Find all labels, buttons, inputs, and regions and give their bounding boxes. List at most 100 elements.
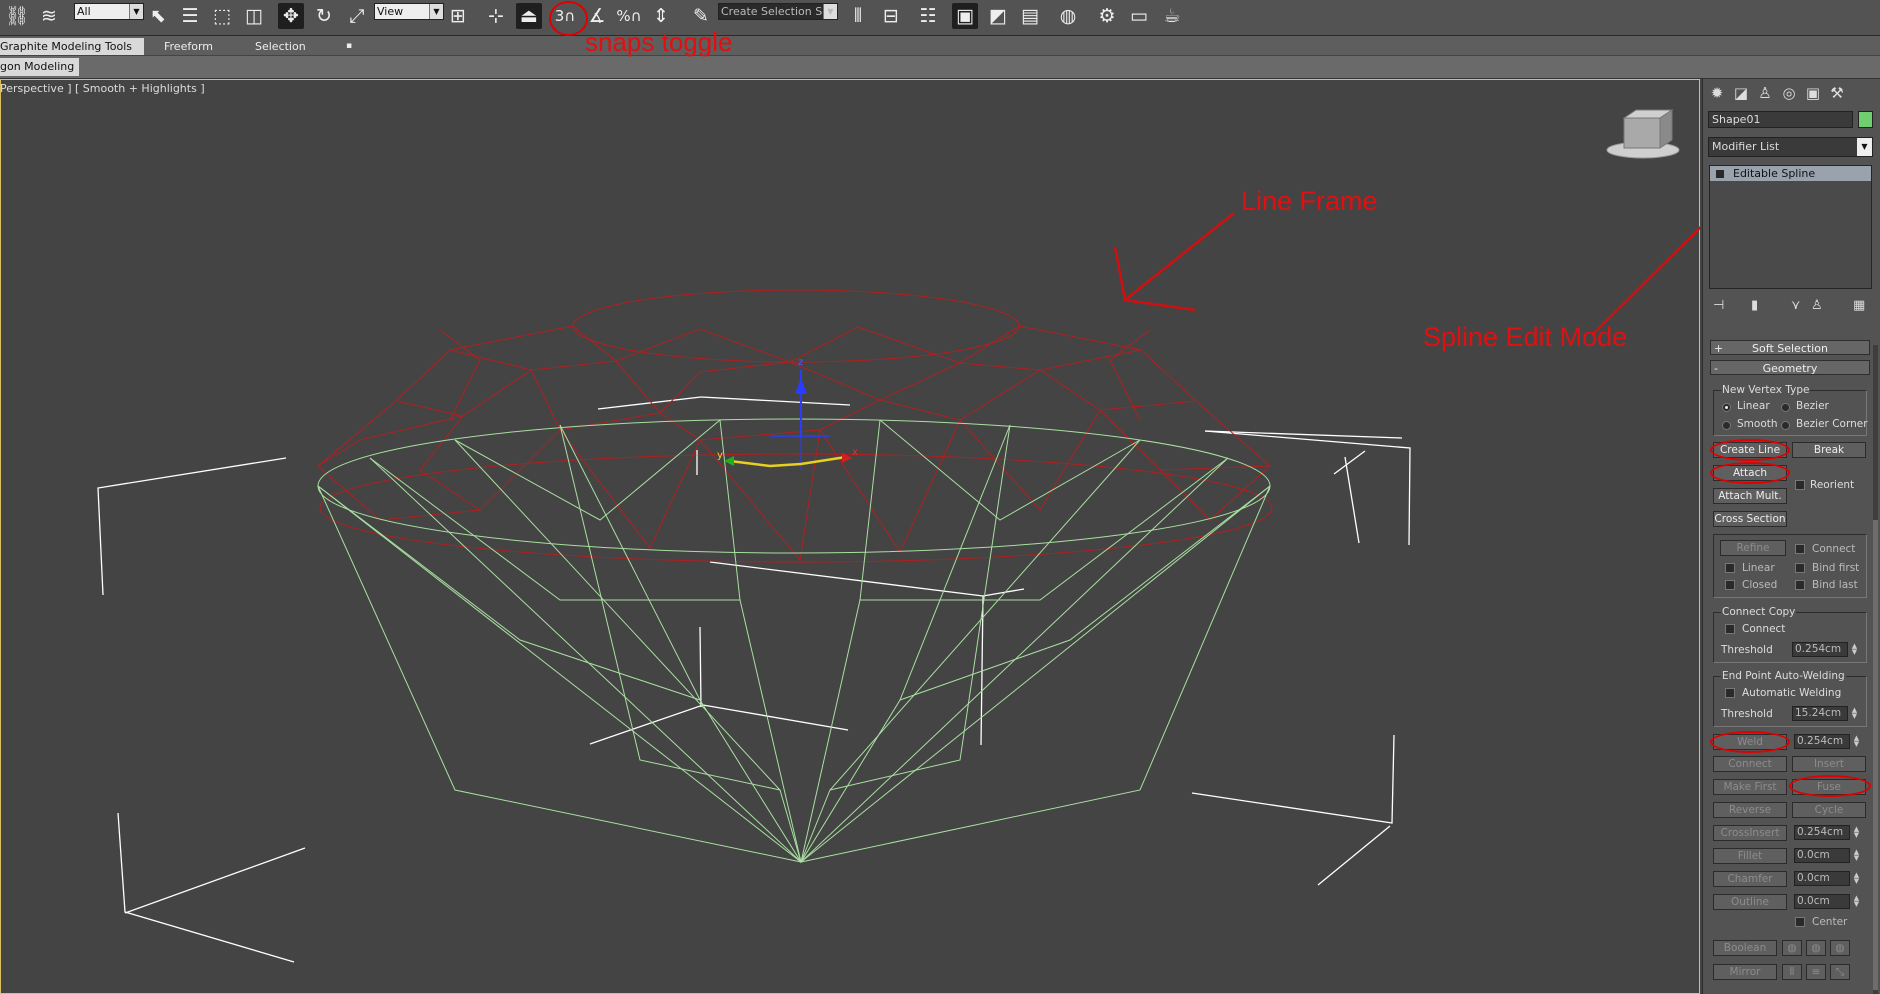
radio-smooth[interactable] — [1722, 421, 1731, 430]
spinner-arrows-icon[interactable]: ▲ ▼ — [1850, 643, 1859, 656]
break-button[interactable]: Break — [1792, 442, 1866, 458]
mirror-vertical-icon[interactable]: ≡ — [1806, 964, 1826, 980]
make-unique-icon[interactable]: ⋎ — [1791, 298, 1801, 313]
spinner-arrows-icon[interactable]: ▲ ▼ — [1852, 872, 1861, 885]
pin-stack-icon[interactable]: ⊣ — [1713, 298, 1724, 313]
weld-threshold-field[interactable]: 0.254cm ▲ ▼ — [1794, 734, 1859, 749]
object-color-swatch[interactable] — [1858, 111, 1873, 128]
mirror-button[interactable]: Mirror — [1713, 964, 1777, 980]
tab-selection[interactable]: Selection — [255, 38, 306, 55]
chamfer-field[interactable]: 0.0cm ▲ ▼ — [1794, 871, 1859, 886]
window-crossing-icon[interactable]: ◫ — [241, 3, 267, 29]
percent-snap-icon[interactable]: %∩ — [616, 3, 642, 29]
center-checkbox[interactable] — [1795, 917, 1805, 927]
auto-weld-threshold-field[interactable]: 15.24cm ▲ ▼ — [1792, 706, 1857, 721]
connect-copy-checkbox[interactable] — [1725, 624, 1735, 634]
select-link-icon[interactable]: ⛓ — [4, 3, 30, 29]
boolean-intersect-icon[interactable]: ◍ — [1830, 940, 1850, 956]
selection-filter-dropdown[interactable]: All ▼ — [74, 3, 144, 20]
spinner-arrows-icon[interactable]: ▲ ▼ — [1852, 895, 1861, 908]
fillet-button[interactable]: Fillet — [1713, 848, 1787, 864]
reorient-checkbox[interactable] — [1795, 480, 1805, 490]
rendered-frame-icon[interactable]: ▭ — [1126, 3, 1152, 29]
layer-manager-icon[interactable]: ☷ — [915, 3, 941, 29]
rotate-icon[interactable]: ↻ — [311, 3, 337, 29]
boolean-union-icon[interactable]: ◍ — [1782, 940, 1802, 956]
spinner-arrows-icon[interactable]: ▲ ▼ — [1850, 707, 1859, 720]
linear-checkbox[interactable] — [1725, 563, 1735, 573]
connect-copy-threshold-field[interactable]: 0.254cm ▲ ▼ — [1792, 642, 1857, 657]
make-first-button[interactable]: Make First — [1713, 779, 1787, 795]
select-object-icon[interactable]: ⬉ — [145, 3, 171, 29]
modify-tab-icon[interactable]: ◪ — [1730, 82, 1752, 104]
curve-editor-icon[interactable]: ◩ — [985, 3, 1011, 29]
display-tab-icon[interactable]: ▣ — [1802, 82, 1824, 104]
spinner-arrows-icon[interactable]: ▲ ▼ — [1852, 849, 1861, 862]
scale-icon[interactable]: ⤢ — [344, 3, 370, 29]
reverse-button[interactable]: Reverse — [1713, 802, 1787, 818]
render-icon[interactable]: ☕ — [1159, 3, 1185, 29]
tab-graphite-modeling-tools[interactable]: Graphite Modeling Tools — [0, 38, 145, 55]
motion-tab-icon[interactable]: ◎ — [1778, 82, 1800, 104]
render-setup-icon[interactable]: ⚙ — [1094, 3, 1120, 29]
keyboard-shortcut-icon[interactable]: ⏏ — [516, 3, 542, 29]
radio-linear[interactable] — [1722, 403, 1731, 412]
connect-checkbox[interactable] — [1795, 544, 1805, 554]
bind-first-checkbox[interactable] — [1795, 563, 1805, 573]
scene-explorer-icon[interactable]: ▣ — [952, 3, 978, 29]
spinner-arrows-icon[interactable]: ▲ ▼ — [1852, 826, 1861, 839]
stack-item-toggle[interactable] — [1716, 170, 1724, 178]
rollout-geometry[interactable]: - Geometry — [1710, 360, 1870, 375]
utilities-tab-icon[interactable]: ⚒ — [1826, 82, 1848, 104]
bind-last-checkbox[interactable] — [1795, 580, 1805, 590]
configure-sets-icon[interactable]: ▦ — [1853, 298, 1865, 313]
create-tab-icon[interactable]: ✹ — [1706, 82, 1728, 104]
insert-button[interactable]: Insert — [1792, 756, 1866, 772]
connect-button[interactable]: Connect — [1713, 756, 1787, 772]
mirror-both-icon[interactable]: ⤡ — [1830, 964, 1850, 980]
spinner-arrows-icon[interactable]: ▲ ▼ — [1852, 735, 1861, 748]
pivot-icon[interactable]: ⊞ — [445, 3, 471, 29]
outline-field[interactable]: 0.0cm ▲ ▼ — [1794, 894, 1859, 909]
crossinsert-button[interactable]: CrossInsert — [1713, 825, 1787, 841]
boolean-button[interactable]: Boolean — [1713, 940, 1777, 956]
cycle-button[interactable]: Cycle — [1792, 802, 1866, 818]
edit-named-selection-icon[interactable]: ✎ — [688, 3, 714, 29]
show-end-result-icon[interactable]: ▮ — [1751, 298, 1758, 313]
boolean-subtract-icon[interactable]: ◍ — [1806, 940, 1826, 956]
manipulate-icon[interactable]: ⊹ — [483, 3, 509, 29]
move-icon[interactable]: ✥ — [278, 3, 304, 29]
rollout-soft-selection[interactable]: + Soft Selection — [1710, 340, 1870, 355]
scrollbar-thumb[interactable] — [1873, 520, 1878, 990]
fillet-field[interactable]: 0.0cm ▲ ▼ — [1794, 848, 1859, 863]
select-by-name-icon[interactable]: ☰ — [177, 3, 203, 29]
mirror-horizontal-icon[interactable]: ⫴ — [1782, 964, 1802, 980]
rect-region-icon[interactable]: ⬚ — [209, 3, 235, 29]
automatic-welding-checkbox[interactable] — [1725, 688, 1735, 698]
spinner-snap-icon[interactable]: ⇕ — [648, 3, 674, 29]
closed-checkbox[interactable] — [1725, 580, 1735, 590]
ribbon-options-icon[interactable]: ▪ — [346, 38, 352, 55]
named-selection-dropdown[interactable]: Create Selection Se ▼ — [718, 3, 838, 20]
command-panel-scrollbar[interactable] — [1873, 345, 1878, 994]
hierarchy-tab-icon[interactable]: ♙ — [1754, 82, 1776, 104]
radio-bezier[interactable] — [1781, 403, 1790, 412]
mirror-icon[interactable]: ⫴ — [845, 3, 871, 29]
radio-bezier-corner[interactable] — [1781, 421, 1790, 430]
outline-button[interactable]: Outline — [1713, 894, 1787, 910]
tab-freeform[interactable]: Freeform — [164, 38, 213, 55]
schematic-view-icon[interactable]: ▤ — [1017, 3, 1043, 29]
unlink-icon[interactable]: ≋ — [36, 3, 62, 29]
remove-modifier-icon[interactable]: ♙ — [1811, 298, 1823, 313]
object-name-field[interactable]: Shape01 — [1708, 111, 1853, 128]
attach-mult-button[interactable]: Attach Mult. — [1713, 488, 1787, 504]
ribbon-panel-label[interactable]: gon Modeling — [0, 58, 80, 76]
cross-section-button[interactable]: Cross Section — [1713, 511, 1787, 527]
align-icon[interactable]: ⊟ — [878, 3, 904, 29]
modifier-list-dropdown[interactable]: Modifier List ▼ — [1708, 137, 1873, 157]
material-editor-icon[interactable]: ◍ — [1055, 3, 1081, 29]
stack-item-editable-spline[interactable]: Editable Spline — [1710, 166, 1871, 181]
chamfer-button[interactable]: Chamfer — [1713, 871, 1787, 887]
coord-system-dropdown[interactable]: View ▼ — [374, 3, 444, 20]
crossinsert-field[interactable]: 0.254cm ▲ ▼ — [1794, 825, 1859, 840]
